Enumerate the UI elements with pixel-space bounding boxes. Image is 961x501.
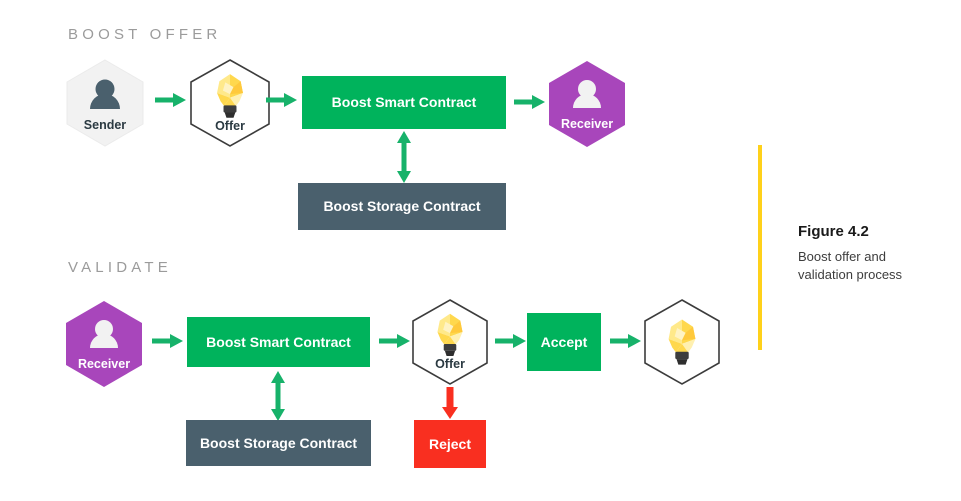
arrow-offer-to-accept [495,333,527,349]
hexagon-shape [66,59,144,147]
caption-text-block: Figure 4.2 Boost offer and validation pr… [798,223,938,283]
arrow-accept-to-result [610,333,642,349]
hexagon-shape [412,299,488,385]
node-boost-storage-contract-top-label: Boost Storage Contract [323,198,481,215]
arrow-smart-to-storage-bottom [269,371,287,421]
caption-description: Boost offer and validation process [798,249,903,282]
node-offer-bottom[interactable]: Offer [412,299,488,385]
figure-canvas: BOOST OFFER VALIDATE Sender Offer Boost … [0,0,961,501]
figure-caption: Figure 4.2 Boost offer and validation pr… [758,145,948,350]
section-header-boost-offer: BOOST OFFER [68,26,222,43]
caption-figure-number: Figure 4.2 [798,223,869,240]
node-sender[interactable]: Sender [66,59,144,147]
arrow-smart-contract-to-receiver [514,94,546,110]
caption-accent-rule [758,145,762,350]
node-boost-storage-contract-bottom[interactable]: Boost Storage Contract [186,420,371,466]
node-boost-smart-contract-bottom[interactable]: Boost Smart Contract [187,317,370,367]
node-boost-storage-contract-top[interactable]: Boost Storage Contract [298,183,506,230]
arrow-offer-to-smart-contract [266,92,298,108]
node-boost-smart-contract-top-label: Boost Smart Contract [331,94,477,111]
node-boost-smart-contract-top[interactable]: Boost Smart Contract [302,76,506,129]
arrow-smart-contract-to-offer [379,333,411,349]
node-boost-storage-contract-bottom-label: Boost Storage Contract [199,434,358,451]
arrow-smart-to-storage-top [395,131,413,183]
node-accept-label: Accept [540,333,588,350]
node-receiver-top[interactable]: Receiver [548,60,626,148]
section-header-validate: VALIDATE [68,259,172,276]
node-offer-top[interactable]: Offer [190,59,270,147]
hexagon-shape [644,299,720,385]
node-reject[interactable]: Reject [414,420,486,468]
arrow-receiver-to-smart-contract [152,333,184,349]
node-offer-result[interactable] [644,299,720,385]
hexagon-shape [549,61,625,147]
node-boost-smart-contract-bottom-label: Boost Smart Contract [206,333,351,350]
hexagon-shape [190,59,270,147]
arrow-offer-to-reject [441,387,459,420]
node-accept[interactable]: Accept [527,313,601,371]
hexagon-shape [66,301,142,387]
node-receiver-bottom[interactable]: Receiver [65,300,143,388]
arrow-sender-to-offer [155,92,187,108]
node-reject-label: Reject [428,435,472,452]
